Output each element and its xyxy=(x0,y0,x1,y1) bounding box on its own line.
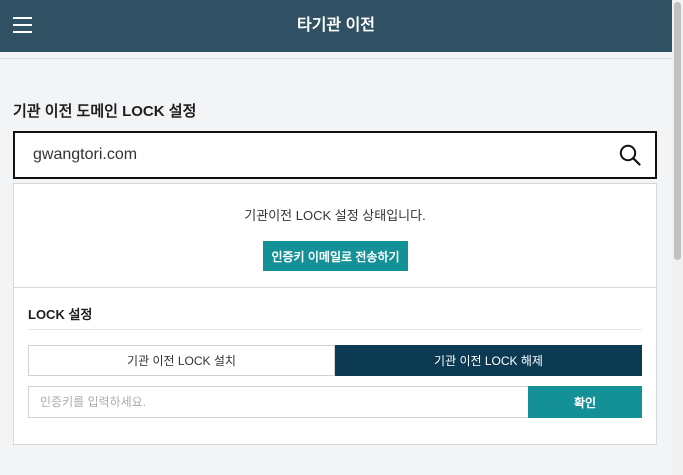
section-title: 기관 이전 도메인 LOCK 설정 xyxy=(13,103,197,120)
lock-settings-card: 기관이전 LOCK 설정 상태입니다. 인증키 이메일로 전송하기 LOCK 설… xyxy=(13,183,657,445)
card-divider xyxy=(14,287,656,288)
lock-settings-divider xyxy=(28,329,642,330)
domain-value[interactable]: gwangtori.com xyxy=(33,133,137,177)
lock-settings-title: LOCK 설정 xyxy=(28,307,93,322)
scrollbar-thumb[interactable] xyxy=(674,2,681,260)
search-icon[interactable] xyxy=(619,144,641,166)
tab-lock-install[interactable]: 기관 이전 LOCK 설치 xyxy=(28,345,335,376)
confirm-button[interactable]: 확인 xyxy=(528,386,642,418)
app-header: 타기관 이전 xyxy=(0,0,672,52)
domain-search-field[interactable]: gwangtori.com xyxy=(13,131,657,179)
page-title: 타기관 이전 xyxy=(296,17,376,34)
auth-key-input[interactable] xyxy=(28,386,528,418)
send-auth-key-email-button[interactable]: 인증키 이메일로 전송하기 xyxy=(263,241,408,271)
page-scrollbar[interactable] xyxy=(672,0,683,475)
header-divider xyxy=(0,58,672,59)
tab-lock-release[interactable]: 기관 이전 LOCK 해제 xyxy=(335,345,642,376)
lock-status-message: 기관이전 LOCK 설정 상태입니다. xyxy=(244,208,426,223)
